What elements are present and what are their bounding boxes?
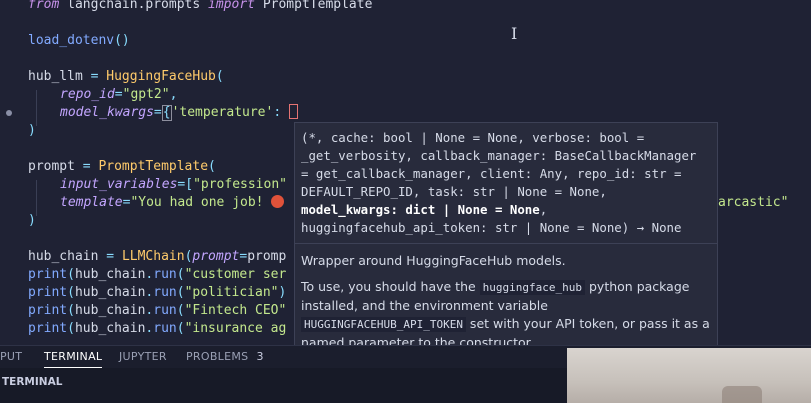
webcam-figure <box>722 386 762 403</box>
code-line-print-2: print(hub_chain.run("politician") <box>28 285 287 300</box>
angry-emoji-icon <box>271 195 285 208</box>
indent-guide <box>36 180 37 216</box>
webcam-overlay <box>567 348 811 403</box>
text-caret <box>288 104 298 119</box>
code-line-close-paren: ) <box>28 123 36 138</box>
doc-summary: Wrapper around HuggingFaceHub models. <box>301 253 566 268</box>
code-line-prompt: prompt = PromptTemplate( <box>28 159 216 174</box>
modified-line-indicator <box>6 110 12 116</box>
code-line-hub-llm: hub_llm = HuggingFaceHub( <box>28 69 224 84</box>
code-line-print-1: print(hub_chain.run("customer ser <box>28 267 287 282</box>
terminal-title: TERMINAL <box>2 376 63 388</box>
code-line-template: template="You had one job! <box>60 194 285 212</box>
hover-documentation: Wrapper around HuggingFaceHub models. To… <box>301 252 711 352</box>
code-line-import: from langchain.prompts import PromptTemp… <box>28 0 373 12</box>
hover-divider <box>295 243 717 244</box>
code-line-hub-chain: hub_chain = LLMChain(prompt=promp <box>28 249 287 264</box>
tab-jupyter[interactable]: JUPYTER <box>119 346 167 368</box>
indent-guide <box>36 90 37 126</box>
code-line-print-4: print(hub_chain.run("insurance ag <box>28 321 287 336</box>
code-line-print-3: print(hub_chain.run("Fintech CEO" <box>28 303 287 318</box>
code-line-repo-id: repo_id="gpt2", <box>60 87 178 102</box>
code-line-model-kwargs: model_kwargs={'temperature': <box>60 104 298 122</box>
code-line-close-paren-2: ) <box>28 213 36 228</box>
signature-text: (*, cache: bool | None = None, verbose: … <box>301 130 704 235</box>
code-line-load-dotenv: load_dotenv() <box>28 33 130 48</box>
doc-details: To use, you should have the huggingface_… <box>301 279 710 350</box>
tab-output[interactable]: PUT <box>0 346 22 368</box>
signature-hover-popup: (*, cache: bool | None = None, verbose: … <box>294 122 718 372</box>
problems-count-badge: 3 <box>256 350 264 363</box>
tab-problems[interactable]: PROBLEMS 3 <box>186 346 264 368</box>
ibeam-cursor-icon: I <box>511 24 518 43</box>
code-line-input-variables: input_variables=["profession" <box>60 177 287 192</box>
code-line-template-tail: arcastic" <box>718 195 789 210</box>
tab-terminal[interactable]: TERMINAL <box>44 346 103 368</box>
